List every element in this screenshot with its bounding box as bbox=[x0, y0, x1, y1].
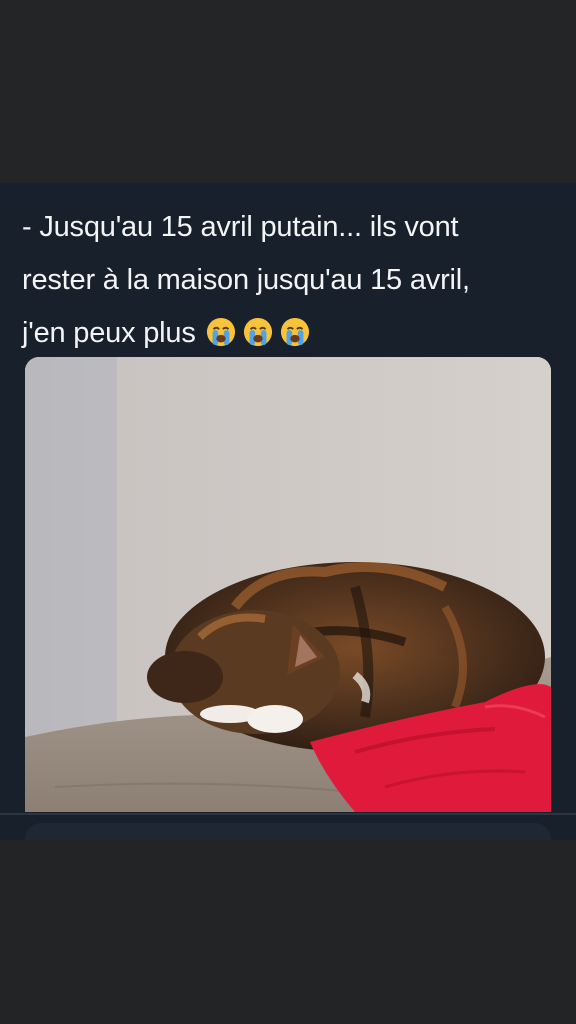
screenshot-page: - Jusqu'au 15 avril putain... ils vont r… bbox=[0, 0, 576, 1024]
tweet-photo[interactable] bbox=[25, 357, 551, 812]
tweet-divider bbox=[0, 813, 576, 815]
tweet-text-line-2: rester à la maison jusqu'au 15 avril, bbox=[22, 264, 470, 296]
tweet-text-line-3: j'en peux plus bbox=[22, 307, 552, 361]
tweet-text: - Jusqu'au 15 avril putain... ils vont r… bbox=[22, 201, 552, 361]
tweet-text-line-3-text: j'en peux plus bbox=[22, 317, 196, 349]
crying-face-icon bbox=[280, 318, 309, 347]
next-tweet-card-edge bbox=[25, 823, 551, 840]
cat-photo-illustration bbox=[25, 357, 551, 812]
tweet-card[interactable]: - Jusqu'au 15 avril putain... ils vont r… bbox=[0, 183, 576, 840]
tweet-text-line-1: - Jusqu'au 15 avril putain... ils vont bbox=[22, 211, 459, 243]
crying-face-icon bbox=[243, 318, 272, 347]
bottom-dark-area bbox=[0, 840, 576, 1024]
top-dark-area bbox=[0, 0, 576, 183]
emoji-group bbox=[206, 305, 317, 358]
crying-face-icon bbox=[206, 318, 235, 347]
